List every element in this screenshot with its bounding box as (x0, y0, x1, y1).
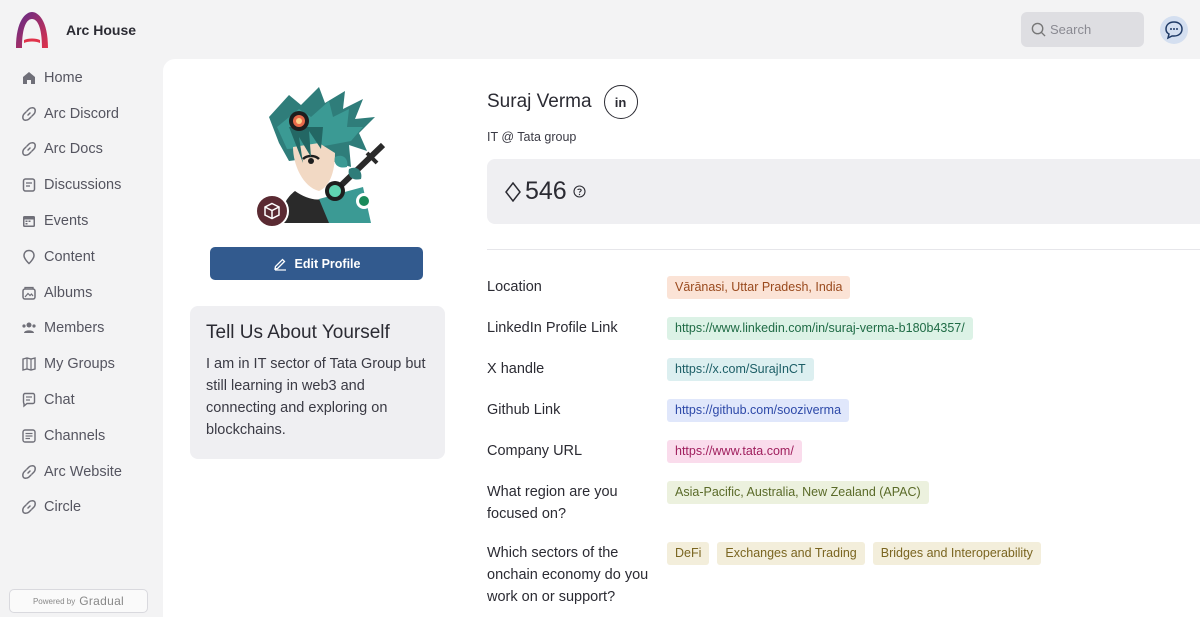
link-icon (20, 463, 38, 481)
sidebar-item-circle[interactable]: Circle (0, 490, 163, 526)
sidebar-item-discussions[interactable]: Discussions (0, 167, 163, 203)
channels-icon (20, 427, 38, 445)
sidebar-item-my-groups[interactable]: My Groups (0, 346, 163, 382)
search-icon (1031, 22, 1046, 37)
pencil-icon (273, 258, 286, 271)
sidebar-item-label: Discussions (44, 177, 122, 194)
sidebar-item-label: Content (44, 248, 95, 265)
sidebar-item-chat[interactable]: Chat (0, 382, 163, 418)
company-link[interactable]: https://www.tata.com/ (667, 440, 802, 463)
field-value-tag: Exchanges and Trading (717, 542, 865, 565)
github-link[interactable]: https://github.com/sooziverma (667, 399, 850, 422)
chat-bubble-icon (1165, 21, 1183, 40)
cube-icon (264, 202, 280, 220)
app-name: Arc House (66, 22, 137, 38)
points-value: 546 (525, 177, 567, 205)
sidebar-item-arc-website[interactable]: Arc Website (0, 454, 163, 490)
sidebar-item-label: Arc Website (44, 463, 122, 480)
home-icon (20, 69, 38, 87)
field-label: LinkedIn Profile Link (487, 320, 618, 336)
discussions-icon (20, 176, 38, 194)
profile-name-row: Suraj Verma in (487, 85, 638, 119)
link-icon (20, 498, 38, 516)
field-label: Github Link (487, 402, 561, 418)
sidebar-item-label: Members (44, 320, 105, 337)
edit-profile-label: Edit Profile (294, 256, 361, 271)
points-panel: 546 (487, 159, 1200, 224)
link-icon (20, 140, 38, 158)
sidebar-item-content[interactable]: Content (0, 239, 163, 275)
brand[interactable]: Arc House (12, 10, 136, 50)
calendar-icon (20, 212, 38, 230)
sidebar-item-members[interactable]: Members (0, 311, 163, 347)
sidebar-item-albums[interactable]: Albums (0, 275, 163, 311)
arc-house-logo (16, 12, 48, 48)
help-icon[interactable] (573, 185, 586, 198)
powered-by-prefix: Powered by (32, 596, 76, 606)
field-label: Location (487, 279, 542, 295)
sidebar-item-label: Events (44, 213, 89, 230)
sidebar-item-home[interactable]: Home (0, 60, 163, 96)
sidebar-item-events[interactable]: Events (0, 203, 163, 239)
chat-icon (20, 391, 38, 409)
powered-by-brand: Gradual (79, 594, 125, 608)
sidebar-item-arc-discord[interactable]: Arc Discord (0, 96, 163, 132)
sidebar-item-label: Albums (44, 284, 93, 301)
field-label: X handle (487, 361, 545, 377)
powered-by-badge[interactable]: Powered by Gradual (9, 589, 148, 613)
members-icon (20, 319, 38, 337)
linkedin-button[interactable]: in (603, 85, 638, 119)
diamond-icon (505, 181, 521, 202)
groups-icon (20, 355, 38, 373)
profile-headline: IT @ Tata group (487, 130, 577, 144)
linkedin-link[interactable]: https://www.linkedin.com/in/suraj-verma-… (667, 317, 973, 340)
content-icon (20, 248, 38, 266)
x-handle-link[interactable]: https://x.com/SurajInCT (667, 358, 814, 381)
sidebar-item-arc-docs[interactable]: Arc Docs (0, 132, 163, 168)
link-icon (20, 105, 38, 123)
profile-main: Edit Profile Tell Us About Yourself I am… (163, 59, 1200, 617)
sidebar-item-label: Arc Docs (44, 141, 103, 158)
field-value-tag: Bridges and Interoperability (872, 542, 1041, 565)
online-status-indicator (356, 193, 372, 209)
about-card: Tell Us About Yourself I am in IT sector… (190, 306, 445, 459)
sidebar-item-label: Home (44, 69, 83, 86)
sidebar: Home Arc Discord Arc Docs Discussions Ev… (0, 60, 163, 525)
sidebar-item-label: Chat (44, 392, 75, 409)
sidebar-item-label: Circle (44, 499, 82, 516)
edit-profile-button[interactable]: Edit Profile (210, 247, 423, 280)
sidebar-item-label: Arc Discord (44, 105, 119, 122)
field-label: Company URL (487, 443, 583, 459)
field-label: What region are you focused on? (487, 484, 618, 522)
field-value-tag: Asia-Pacific, Australia, New Zealand (AP… (667, 481, 929, 504)
field-label: Which sectors of the onchain economy do … (487, 545, 649, 605)
sidebar-item-channels[interactable]: Channels (0, 418, 163, 454)
sidebar-item-label: My Groups (44, 356, 115, 373)
section-divider (487, 249, 1200, 250)
member-badge[interactable] (255, 194, 289, 228)
field-value-tag: DeFi (667, 542, 710, 565)
about-text: I am in IT sector of Tata Group but stil… (206, 356, 426, 438)
search-input[interactable] (1050, 22, 1140, 37)
linkedin-icon: in (614, 94, 627, 110)
album-icon (20, 284, 38, 302)
field-value-tag: Vārānasi, Uttar Pradesh, India (667, 276, 851, 299)
profile-name: Suraj Verma (487, 91, 592, 112)
search-box[interactable] (1021, 12, 1144, 47)
about-title: Tell Us About Yourself (206, 322, 390, 343)
chat-button[interactable] (1160, 16, 1188, 44)
sidebar-item-label: Channels (44, 427, 106, 444)
